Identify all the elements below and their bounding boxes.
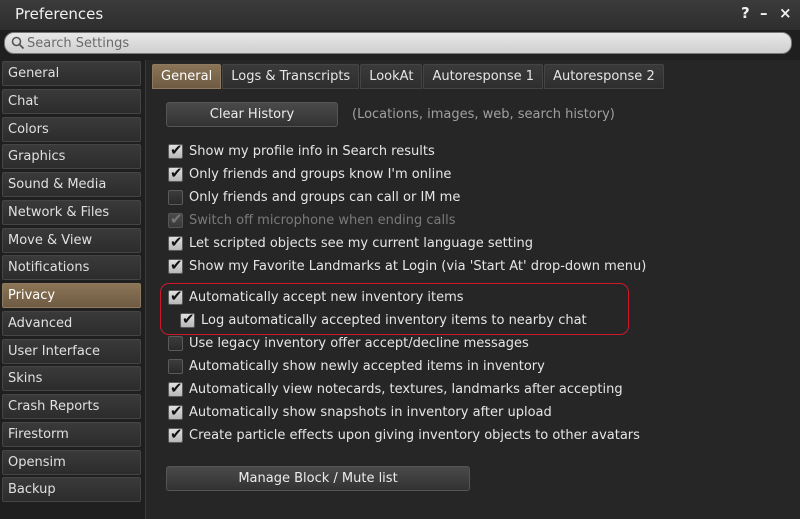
checkmark-icon: ✔ [170,140,183,159]
option-auto-accept-inventory[interactable]: ✔ Automatically accept new inventory ite… [168,287,464,307]
sidebar-item-opensim[interactable]: Opensim [2,449,141,475]
option-favorite-landmarks-login[interactable]: ✔ Show my Favorite Landmarks at Login (v… [168,256,646,276]
option-show-snapshots-inventory[interactable]: ✔ Automatically show snapshots in invent… [168,402,552,422]
checkmark-icon: ✔ [170,255,183,274]
checkmark-icon: ✔ [170,163,183,182]
checkbox[interactable]: ✔ [168,424,183,443]
clear-history-hint: (Locations, images, web, search history) [352,107,615,122]
option-friends-know-online[interactable]: ✔ Only friends and groups know I'm onlin… [168,164,451,184]
option-view-notecards-after-accept[interactable]: ✔ Automatically view notecards, textures… [168,379,623,399]
checkbox[interactable]: ✔ [168,140,183,159]
option-switch-off-microphone: ✔ Switch off microphone when ending call… [168,209,456,228]
option-legacy-inventory-offer[interactable]: Use legacy inventory offer accept/declin… [168,333,529,353]
option-scripted-objects-language[interactable]: ✔ Let scripted objects see my current la… [168,233,533,253]
checkmark-icon: ✔ [170,209,183,228]
checkbox[interactable]: ✔ [168,378,183,397]
checkmark-icon: ✔ [170,401,183,420]
sidebar-item-graphics[interactable]: Graphics [2,144,141,170]
minimize-button[interactable]: – [760,4,768,22]
checkbox[interactable] [168,189,183,205]
checkbox[interactable] [168,358,183,374]
checkbox[interactable]: ✔ [168,255,183,274]
sidebar-item-crash-reports[interactable]: Crash Reports [2,394,141,419]
option-log-accepted-inventory[interactable]: ✔ Log automatically accepted inventory i… [180,310,587,330]
sidebar-item-general[interactable]: General [2,61,141,86]
option-show-profile-search[interactable]: ✔ Show my profile info in Search results [168,141,435,161]
sidebar-item-chat[interactable]: Chat [2,88,141,114]
tab-lookat[interactable]: LookAt [360,64,423,89]
checkmark-icon: ✔ [170,286,183,305]
clear-history-button[interactable]: Clear History [166,102,338,127]
checkbox[interactable]: ✔ [180,309,195,328]
option-show-accepted-items[interactable]: Automatically show newly accepted items … [168,356,545,376]
sidebar-item-move-view[interactable]: Move & View [2,227,141,253]
category-sidebar: General Chat Colors Graphics Sound & Med… [2,61,141,505]
window-title: Preferences [15,5,104,23]
search-icon [11,36,25,50]
close-button[interactable]: × [779,4,792,22]
title-bar: Preferences ? – × [0,0,800,30]
help-button[interactable]: ? [741,4,750,22]
checkbox: ✔ [168,209,183,228]
checkbox[interactable]: ✔ [168,401,183,420]
checkbox[interactable]: ✔ [168,286,183,305]
sidebar-item-advanced[interactable]: Advanced [2,310,141,336]
sidebar-item-colors[interactable]: Colors [2,116,141,142]
tab-autoresponse-2[interactable]: Autoresponse 2 [544,64,664,89]
sidebar-item-sound-media[interactable]: Sound & Media [2,172,141,197]
checkmark-icon: ✔ [182,309,195,328]
tab-general[interactable]: General [152,64,222,89]
sidebar-item-firestorm[interactable]: Firestorm [2,421,141,447]
sidebar-item-privacy[interactable]: Privacy [2,283,141,308]
sidebar-item-network-files[interactable]: Network & Files [2,199,141,225]
sidebar-item-backup[interactable]: Backup [2,477,141,503]
sidebar-item-notifications[interactable]: Notifications [2,255,141,281]
checkmark-icon: ✔ [170,424,183,443]
tab-autoresponse-1[interactable]: Autoresponse 1 [423,64,544,89]
checkmark-icon: ✔ [170,378,183,397]
checkmark-icon: ✔ [170,232,183,251]
tab-bar: General Logs & Transcripts LookAt Autore… [152,64,665,89]
tab-logs-transcripts[interactable]: Logs & Transcripts [222,64,360,89]
option-particle-effects-giving[interactable]: ✔ Create particle effects upon giving in… [168,425,640,445]
option-friends-call-im[interactable]: Only friends and groups can call or IM m… [168,187,460,207]
sidebar-item-skins[interactable]: Skins [2,366,141,392]
checkbox[interactable]: ✔ [168,232,183,251]
search-box[interactable] [4,32,792,54]
checkbox[interactable]: ✔ [168,163,183,182]
search-input[interactable] [27,33,787,53]
manage-block-mute-button[interactable]: Manage Block / Mute list [166,466,470,491]
checkbox[interactable] [168,335,183,351]
sidebar-item-user-interface[interactable]: User Interface [2,338,141,364]
